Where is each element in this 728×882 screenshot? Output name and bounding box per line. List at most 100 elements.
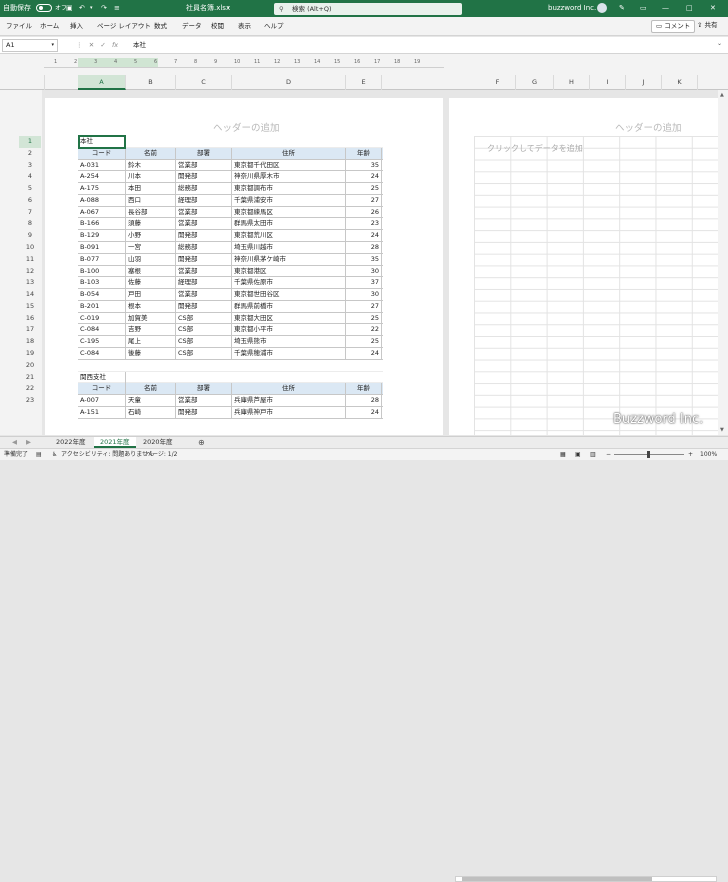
scroll-down-icon[interactable]: ▼	[720, 427, 724, 433]
user-name[interactable]: buzzword Inc.	[548, 0, 596, 17]
row-header[interactable]: 17	[19, 324, 41, 336]
table-cell[interactable]: C-084	[78, 348, 126, 360]
table-cell[interactable]: 22	[346, 324, 382, 337]
horizontal-scroll-thumb[interactable]	[462, 877, 652, 881]
page-layout-view-icon[interactable]: ▣	[575, 449, 581, 461]
table-cell[interactable]: B-100	[78, 265, 126, 278]
table-cell[interactable]: B-077	[78, 253, 126, 266]
menu-page-layout[interactable]: ページ レイアウト	[97, 17, 151, 35]
table-cell[interactable]: 25	[346, 312, 382, 325]
table-cell[interactable]: A-067	[78, 206, 126, 219]
header-placeholder-right[interactable]: ヘッダーの追加	[615, 120, 682, 134]
menu-data[interactable]: データ	[182, 17, 202, 35]
add-sheet-icon[interactable]: ⊕	[192, 437, 211, 448]
table-cell[interactable]: 長谷部	[126, 206, 176, 219]
row-header[interactable]: 13	[19, 277, 41, 289]
column-label[interactable]: 住所	[232, 147, 346, 160]
table-cell[interactable]: 25	[346, 336, 382, 349]
avatar[interactable]	[597, 3, 607, 13]
row-header[interactable]: 3	[19, 160, 41, 172]
redo-icon[interactable]: ↷	[101, 0, 107, 17]
column-label[interactable]: 部署	[176, 147, 232, 160]
menu-file[interactable]: ファイル	[6, 17, 32, 35]
table-cell[interactable]: CS部	[176, 324, 232, 337]
column-header-c[interactable]: C	[176, 75, 232, 90]
sheet-tab-2021[interactable]: 2021年度	[94, 437, 136, 448]
table-cell[interactable]: 本田	[126, 183, 176, 195]
table-cell[interactable]: 小野	[126, 230, 176, 242]
row-header[interactable]: 9	[19, 230, 41, 242]
row-header[interactable]: 20	[19, 360, 41, 372]
column-header-j[interactable]: J	[626, 75, 662, 90]
table-cell[interactable]: 川本	[126, 171, 176, 184]
table-cell[interactable]: 東京都大田区	[232, 312, 346, 325]
table-cell[interactable]: 東京都調布市	[232, 183, 346, 195]
table-cell[interactable]: 30	[346, 289, 382, 301]
table-cell[interactable]: 尾上	[126, 336, 176, 349]
table-cell[interactable]: CS部	[176, 348, 232, 360]
table-cell[interactable]: 37	[346, 277, 382, 290]
table-cell[interactable]: B-129	[78, 230, 126, 242]
row-header[interactable]: 22	[19, 383, 41, 395]
name-box[interactable]: A1 ▾	[2, 39, 58, 52]
table-cell[interactable]: CS部	[176, 312, 232, 325]
enter-icon[interactable]: ✓	[100, 41, 105, 49]
table-cell[interactable]: 西口	[126, 194, 176, 207]
zoom-level[interactable]: 100%	[700, 449, 717, 461]
table-cell[interactable]: 24	[346, 406, 382, 419]
table-cell[interactable]: 神奈川県厚木市	[232, 171, 346, 184]
table-cell[interactable]: 営業部	[176, 218, 232, 231]
table-cell[interactable]: 埼玉県川越市	[232, 242, 346, 254]
table-cell[interactable]: 東京都港区	[232, 265, 346, 278]
table-cell[interactable]: 佐藤	[126, 277, 176, 290]
scroll-up-icon[interactable]: ▲	[720, 92, 724, 98]
row-header[interactable]: 11	[19, 254, 41, 266]
vertical-scrollbar[interactable]: ▲ ▼	[718, 90, 728, 435]
table-cell[interactable]: 開発部	[176, 230, 232, 242]
table-cell[interactable]: 東京都荒川区	[232, 230, 346, 242]
table-cell[interactable]: B-166	[78, 218, 126, 231]
table-cell[interactable]: 営業部	[176, 395, 232, 407]
share-button[interactable]: ⇪ 共有	[693, 20, 722, 33]
undo-dropdown-icon[interactable]: ▾	[90, 0, 93, 17]
column-header-h[interactable]: H	[554, 75, 590, 90]
comment-button[interactable]: ▭ コメント	[651, 20, 696, 33]
table-cell[interactable]: 埼玉県熊市	[232, 336, 346, 349]
table-cell[interactable]: 東京都千代田区	[232, 159, 346, 172]
zoom-in-icon[interactable]: +	[688, 449, 693, 461]
table-cell[interactable]: 24	[346, 171, 382, 184]
add-data-prompt[interactable]: クリックしてデータを追加	[487, 143, 583, 154]
table-cell[interactable]: 営業部	[176, 265, 232, 278]
table-cell[interactable]: 27	[346, 194, 382, 207]
table-cell[interactable]: 群馬県太田市	[232, 218, 346, 231]
section-title[interactable]: 関西支社	[78, 371, 126, 384]
undo-icon[interactable]: ↶	[79, 0, 85, 17]
save-icon[interactable]: ▣	[66, 0, 73, 17]
table-cell[interactable]: 兵庫県神戸市	[232, 406, 346, 419]
table-cell[interactable]: 23	[346, 218, 382, 231]
table-cell[interactable]: 須藤	[126, 218, 176, 231]
table-cell[interactable]: 開発部	[176, 300, 232, 313]
autosave-toggle[interactable]	[34, 0, 52, 17]
table-cell[interactable]: 一宮	[126, 242, 176, 254]
pen-icon[interactable]: ✎	[619, 0, 625, 17]
table-cell[interactable]: 総務部	[176, 242, 232, 254]
close-icon[interactable]: ✕	[710, 0, 716, 17]
macro-record-icon[interactable]: ▤	[36, 449, 42, 461]
page-break-view-icon[interactable]: ▥	[590, 449, 596, 461]
table-cell[interactable]: A-088	[78, 194, 126, 207]
table-cell[interactable]: A-031	[78, 159, 126, 172]
menu-formulas[interactable]: 数式	[154, 17, 167, 35]
column-label[interactable]: 年齢	[346, 383, 382, 396]
row-header[interactable]: 6	[19, 195, 41, 207]
column-header-d[interactable]: D	[232, 75, 346, 90]
table-cell[interactable]: 山羽	[126, 253, 176, 266]
table-cell[interactable]: 兵庫県芦屋市	[232, 395, 346, 407]
table-cell[interactable]: C-019	[78, 312, 126, 325]
cancel-icon[interactable]: ✕	[89, 41, 94, 49]
sheet-tab-2020[interactable]: 2020年度	[137, 437, 179, 448]
menu-review[interactable]: 校閲	[211, 17, 224, 35]
table-cell[interactable]: 塞根	[126, 265, 176, 278]
more-icon[interactable]: ⋮	[76, 41, 83, 49]
table-cell[interactable]: 開発部	[176, 406, 232, 419]
